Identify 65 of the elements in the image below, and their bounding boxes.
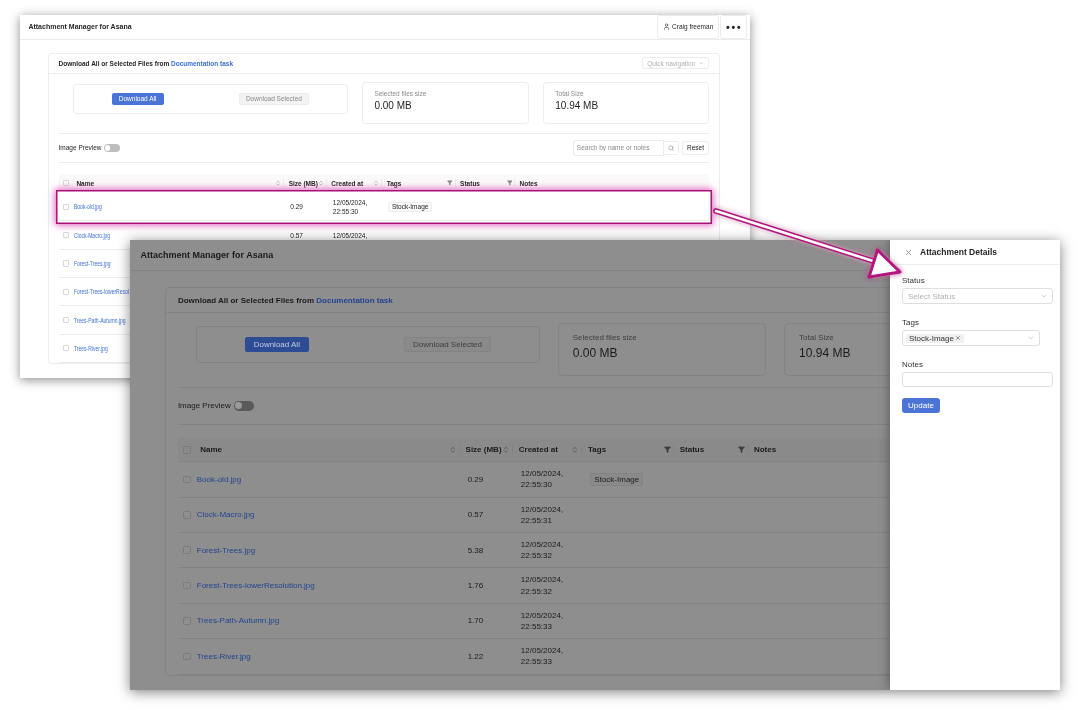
column-header: Tags: [588, 445, 607, 455]
filter-icon[interactable]: [737, 446, 745, 454]
file-link[interactable]: Forest-Trees.jpg: [196, 545, 256, 555]
column-header: Size (MB): [465, 445, 502, 455]
file-link[interactable]: Book-old.jpg: [196, 474, 242, 484]
column-header: Name: [200, 445, 223, 455]
field-label: Status: [902, 276, 926, 285]
size-cell: 1.22: [467, 651, 484, 661]
sort-icon[interactable]: [448, 445, 457, 454]
field-label: Tags: [902, 318, 920, 327]
stat-label: Total Size: [799, 333, 835, 343]
app-title: Attachment Manager for Asana: [140, 250, 274, 260]
drawer-title: Attachment Details: [920, 247, 997, 257]
filter-icon[interactable]: [506, 180, 513, 186]
chevron-down-icon: [1027, 334, 1035, 342]
tag-chip: Stock-Image: [590, 473, 644, 486]
file-link[interactable]: Clock-Macro.jpg: [196, 510, 255, 520]
size-cell: 1.76: [467, 581, 484, 591]
size-cell: 1.70: [467, 616, 484, 626]
column-header: Notes: [753, 445, 777, 455]
size-cell: 5.38: [467, 545, 484, 555]
sort-icon[interactable]: [571, 445, 579, 454]
stat-value: 10.94 MB: [799, 345, 852, 360]
search-icon[interactable]: [667, 144, 675, 151]
size-cell: 0.57: [467, 510, 484, 520]
sort-icon[interactable]: [501, 445, 510, 454]
download-button[interactable]: Download All: [244, 336, 309, 353]
task-link[interactable]: Documentation task: [316, 295, 393, 305]
remove-icon[interactable]: [954, 335, 961, 341]
toggle-label: Image Preview: [177, 401, 231, 411]
date-cell: 12/05/2024, 22:55:32: [520, 539, 564, 562]
field-label: Notes: [902, 360, 924, 369]
date-cell: 12/05/2024, 22:55:32: [520, 574, 564, 597]
column-header: Status: [679, 445, 705, 455]
notes-field[interactable]: [902, 372, 1053, 387]
tag-chip: Stock-Image: [906, 333, 964, 343]
toggle-switch[interactable]: [233, 400, 254, 411]
size-cell: 0.29: [467, 474, 484, 484]
filter-icon[interactable]: [447, 180, 453, 186]
date-cell: 12/05/2024, 22:55:30: [520, 468, 564, 491]
column-header: Created at: [518, 445, 558, 455]
file-link[interactable]: Trees-River.jpg: [196, 651, 251, 661]
stat-value: 0.00 MB: [374, 99, 413, 111]
file-link[interactable]: Forest-Trees-lowerResolution.jpg: [196, 581, 315, 591]
more-icon[interactable]: [720, 15, 747, 39]
filter-icon[interactable]: [663, 446, 671, 454]
status-select[interactable]: Select Status: [902, 288, 1053, 304]
chevron-down-icon: [1040, 292, 1048, 300]
chevron-down-icon: [698, 60, 705, 67]
close-icon[interactable]: [904, 247, 913, 257]
update-button[interactable]: Update: [902, 398, 940, 413]
date-cell: 12/05/2024, 22:55:33: [520, 609, 564, 633]
sort-icon[interactable]: [317, 179, 325, 187]
panel-heading: Download All or Selected Files from Documentation task: [177, 295, 393, 305]
date-cell: 12/05/2024, 22:55:31: [520, 503, 564, 526]
file-link[interactable]: Trees-Path-Autumn.jpg: [196, 616, 280, 626]
sort-icon[interactable]: [373, 179, 380, 187]
stat-value: 0.00 MB: [572, 345, 619, 360]
sort-icon[interactable]: [275, 179, 282, 187]
date-cell: 12/05/2024, 22:55:33: [520, 645, 564, 668]
stat-label: Selected files size: [572, 333, 638, 343]
tags-select[interactable]: Stock-Image: [902, 330, 1040, 346]
toggle-switch[interactable]: [103, 144, 120, 152]
user-icon: [662, 23, 670, 31]
stat-value: 10.94 MB: [555, 99, 600, 111]
